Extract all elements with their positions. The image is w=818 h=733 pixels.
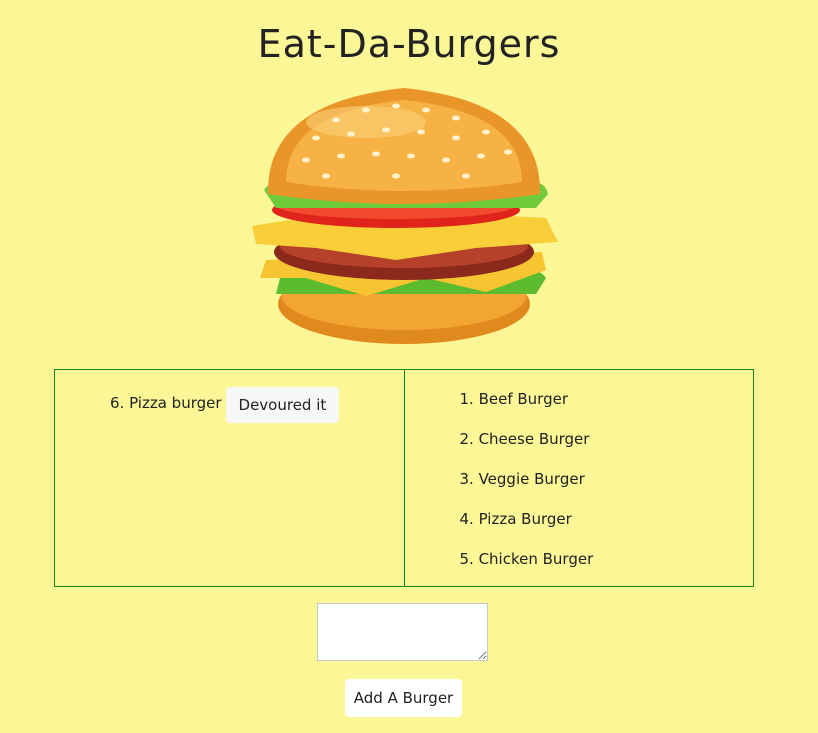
devoured-item: 4. Pizza Burger — [459, 510, 572, 528]
devoured-item: 5. Chicken Burger — [459, 550, 594, 568]
burger-illustration — [252, 88, 558, 344]
devoured-column: 1. Beef Burger 2. Cheese Burger 3. Veggi… — [405, 370, 754, 586]
devoured-item: 2. Cheese Burger — [459, 430, 590, 448]
uneaten-item-label: 6. Pizza burger — [110, 394, 222, 412]
devoured-item: 3. Veggie Burger — [459, 470, 585, 488]
burger-panel: 6. Pizza burger Devoured it 1. Beef Burg… — [54, 369, 754, 587]
add-burger-button[interactable]: Add A Burger — [345, 679, 462, 717]
burger-name-input[interactable] — [317, 603, 488, 661]
uneaten-item: 6. Pizza burger Devoured it — [110, 387, 340, 423]
devoured-item: 1. Beef Burger — [459, 390, 569, 408]
page: Eat-Da-Burgers 6. Pizza burger Devoured … — [0, 0, 818, 733]
page-title: Eat-Da-Burgers — [257, 22, 561, 66]
devour-button[interactable]: Devoured it — [225, 387, 340, 423]
uneaten-column: 6. Pizza burger Devoured it — [55, 370, 405, 586]
devoured-list: 1. Beef Burger 2. Cheese Burger 3. Veggi… — [460, 388, 594, 588]
